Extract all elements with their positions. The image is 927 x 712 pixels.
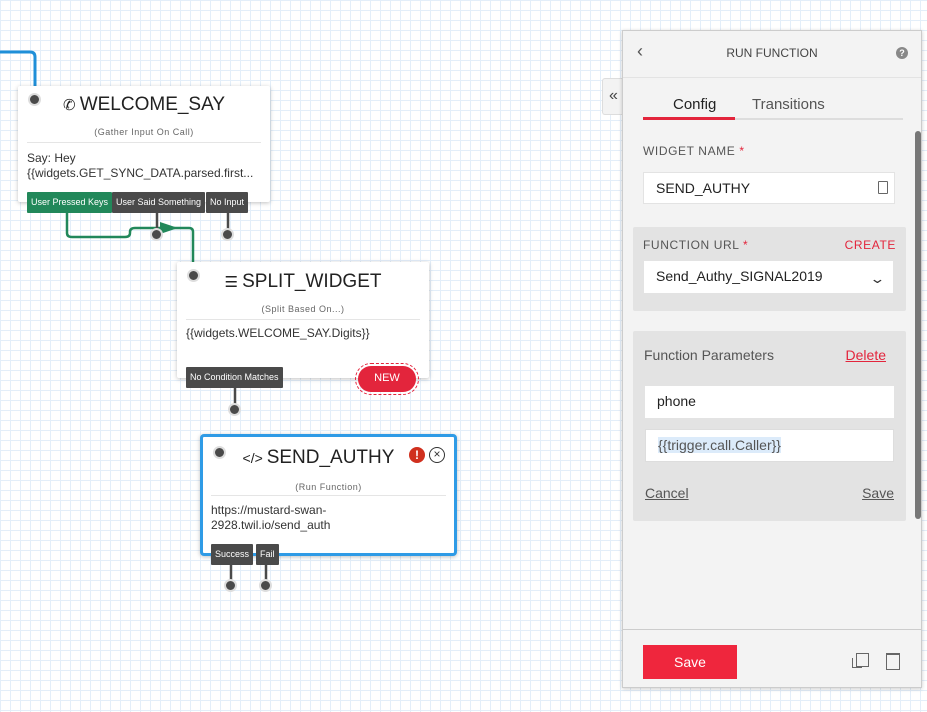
widget-type: (Split Based On...)	[261, 304, 345, 314]
tab-config[interactable]: Config	[673, 96, 716, 113]
widget-welcome-say[interactable]: ✆ WELCOME_SAY (Gather Input On Call) Say…	[18, 86, 270, 202]
widget-title: ✆ WELCOME_SAY	[62, 94, 226, 115]
code-icon: </>	[242, 450, 267, 466]
no-condition-port[interactable]	[228, 403, 241, 416]
widget-type: (Run Function)	[295, 482, 362, 492]
contact-card-icon	[878, 181, 888, 194]
function-parameters-title: Function Parameters	[644, 347, 774, 363]
save-button[interactable]: Save	[643, 645, 737, 679]
widget-type: (Gather Input On Call)	[94, 127, 194, 137]
transition-no-input[interactable]: No Input	[206, 192, 249, 213]
create-function-link[interactable]: CREATE	[845, 238, 896, 252]
pressed-keys-connector	[65, 212, 195, 262]
split-icon: ☰	[224, 274, 243, 291]
no-input-port[interactable]	[221, 228, 234, 241]
fail-port[interactable]	[259, 579, 272, 592]
parameter-key-input[interactable]: phone	[645, 386, 894, 418]
widget-body: https://mustard-swan- 2928.twil.io/send_a…	[211, 503, 331, 532]
widget-body: Say: Hey {{widgets.GET_SYNC_DATA.parsed.f…	[27, 151, 254, 180]
transition-user-said-something[interactable]: User Said Something	[112, 192, 206, 213]
help-icon[interactable]: ?	[896, 47, 908, 59]
transition-user-pressed-keys[interactable]: User Pressed Keys	[27, 192, 113, 213]
widget-send-authy[interactable]: </> SEND_AUTHY ! × (Run Function) https:…	[200, 434, 457, 556]
widget-title: ☰ SPLIT_WIDGET	[224, 271, 382, 292]
function-parameters-section: Function Parameters Delete phone {{trigg…	[633, 331, 906, 521]
parameter-value-input[interactable]: {{trigger.call.Caller}}	[645, 429, 894, 462]
duplicate-icon[interactable]	[852, 653, 869, 668]
widget-name-label: WIDGET NAME *	[643, 144, 745, 158]
widget-title: </> SEND_AUTHY	[242, 447, 395, 468]
inspector-panel: ‹ RUN FUNCTION ? Config Transitions WIDG…	[622, 30, 922, 688]
panel-title: RUN FUNCTION	[726, 46, 818, 60]
transition-fail[interactable]: Fail	[256, 544, 279, 565]
transition-no-condition-matches[interactable]: No Condition Matches	[186, 367, 283, 388]
function-url-select[interactable]: Send_Authy_SIGNAL2019 ⌄	[644, 261, 893, 293]
new-label: NEW	[358, 366, 416, 392]
widget-body: {{widgets.WELCOME_SAY.Digits}}	[186, 326, 370, 340]
tab-transitions[interactable]: Transitions	[752, 96, 825, 113]
widget-split-widget[interactable]: ☰ SPLIT_WIDGET (Split Based On...) {{wid…	[177, 262, 429, 378]
collapse-panel-button[interactable]: «	[602, 78, 624, 115]
success-port[interactable]	[224, 579, 237, 592]
function-url-section: FUNCTION URL * CREATE Send_Authy_SIGNAL2…	[633, 227, 906, 311]
save-parameter-link[interactable]: Save	[862, 485, 894, 501]
widget-name-input[interactable]: SEND_AUTHY	[643, 172, 895, 204]
chevron-down-icon: ⌄	[869, 271, 886, 286]
incoming-connector	[0, 50, 37, 90]
close-icon[interactable]: ×	[429, 447, 445, 463]
phone-icon: ✆	[62, 97, 80, 114]
said-something-port[interactable]	[150, 228, 163, 241]
delete-parameter-link[interactable]: Delete	[846, 347, 886, 363]
cancel-parameter-link[interactable]: Cancel	[645, 485, 689, 501]
function-url-label: FUNCTION URL *	[643, 238, 749, 252]
transition-success[interactable]: Success	[211, 544, 254, 565]
new-transition-button[interactable]: NEW	[355, 363, 419, 395]
error-icon: !	[409, 447, 425, 463]
scrollbar[interactable]	[915, 131, 921, 519]
trash-icon[interactable]	[886, 653, 900, 670]
